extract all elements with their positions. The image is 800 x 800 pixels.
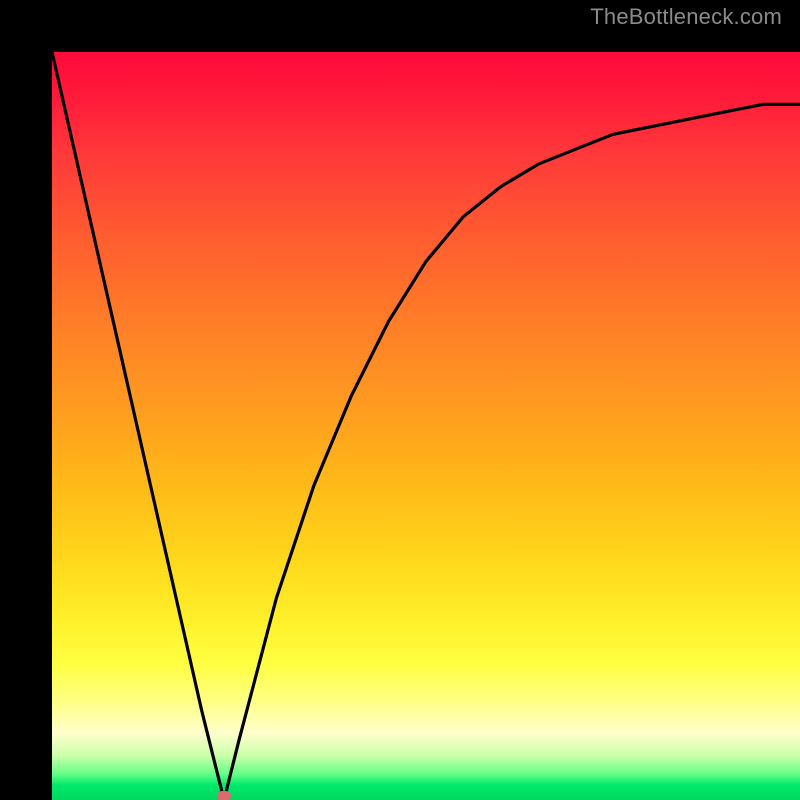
bottleneck-curve xyxy=(52,52,800,800)
chart-frame xyxy=(0,0,800,800)
watermark-text: TheBottleneck.com xyxy=(590,4,782,30)
optimal-point-marker xyxy=(217,791,231,800)
plot-area xyxy=(52,52,800,800)
